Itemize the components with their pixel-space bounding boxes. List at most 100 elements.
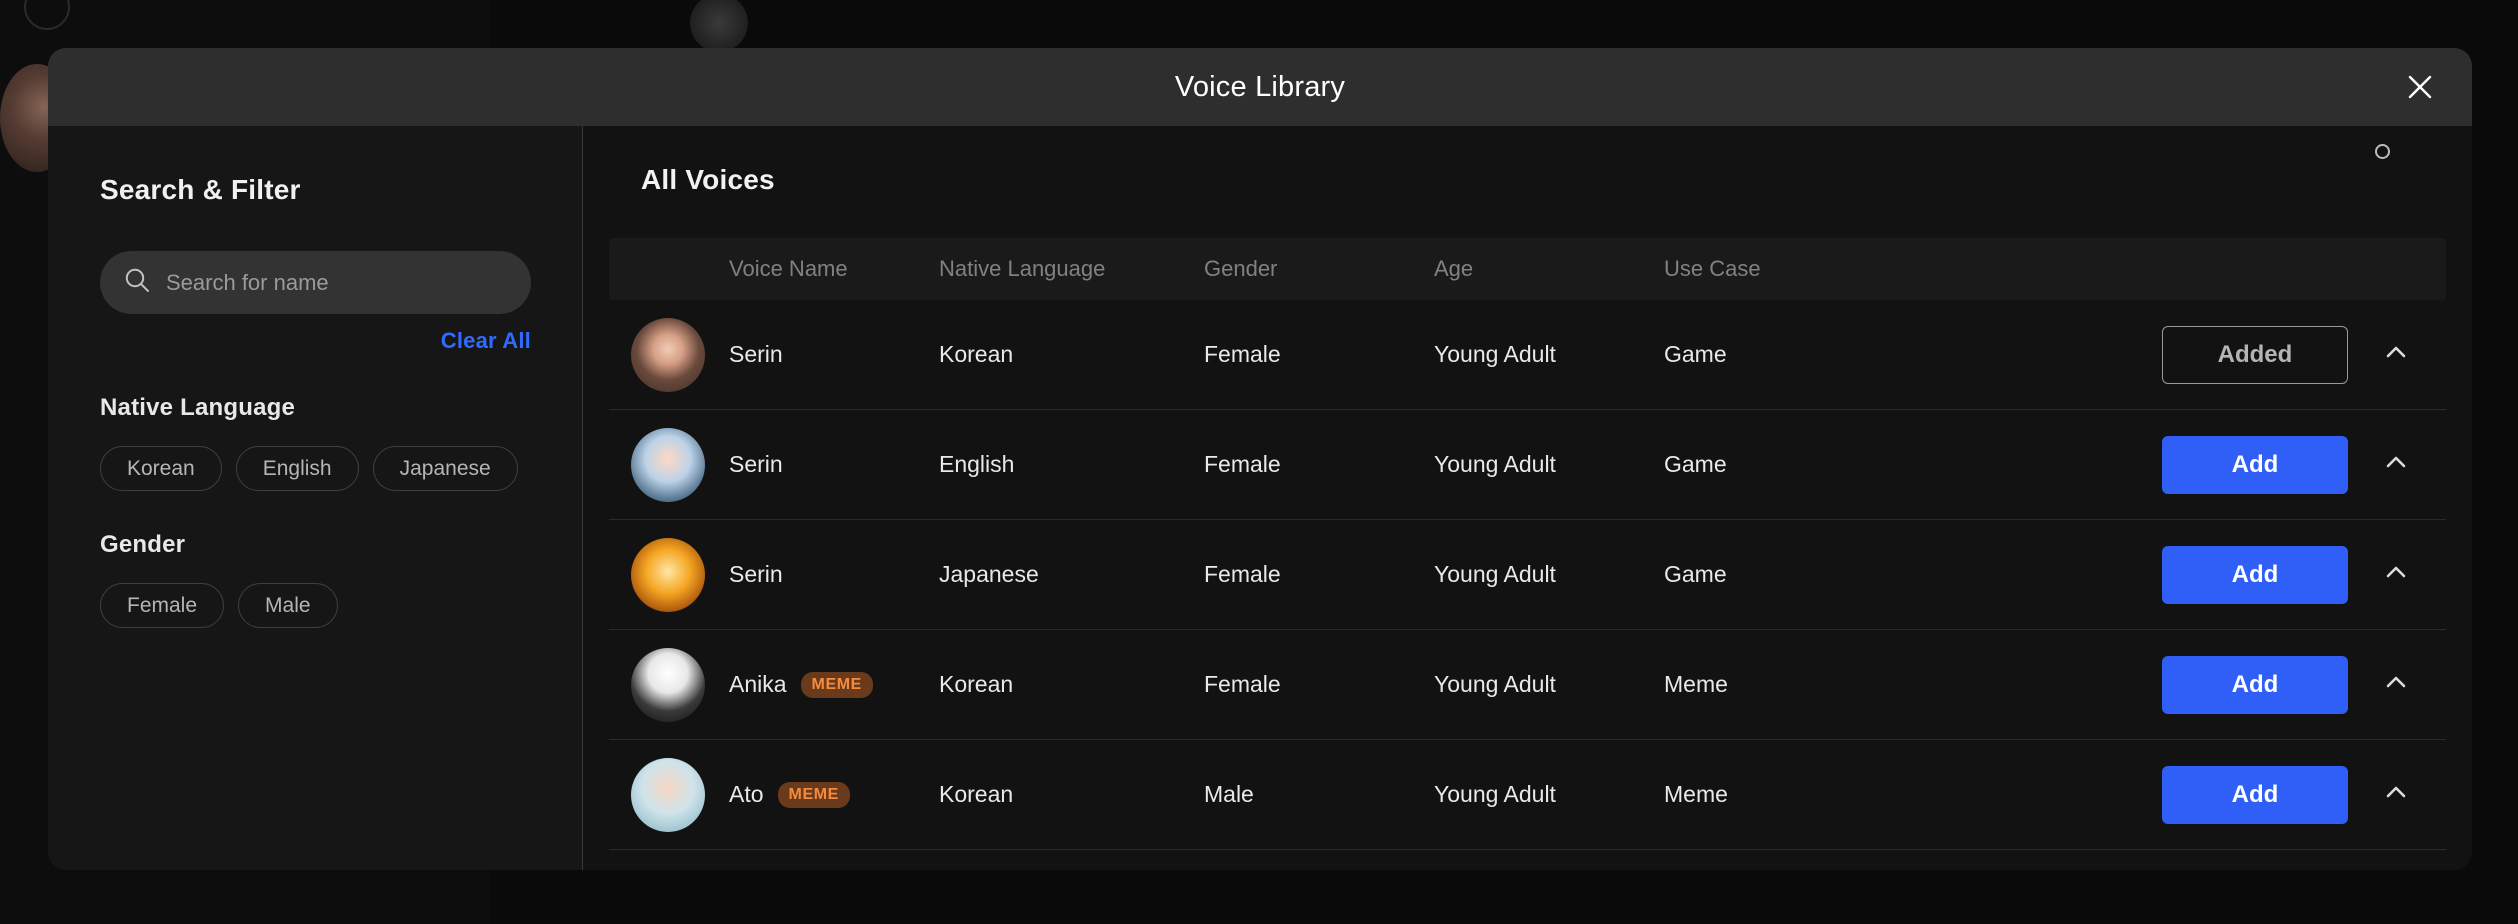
filter-group-title: Native Language — [100, 394, 296, 421]
action-cell: Add — [1929, 435, 2446, 494]
voice-name-cell: Ato MEME — [729, 781, 939, 808]
sidebar-title: Search & Filter — [100, 174, 301, 205]
voice-name: Ato — [729, 781, 764, 807]
expand-row-button[interactable] — [2376, 555, 2416, 595]
chip-row-gender: Female Male — [100, 583, 531, 628]
voice-name-cell: Serin — [729, 451, 939, 478]
search-input[interactable] — [166, 269, 509, 296]
modal-header: Voice Library — [48, 48, 2472, 126]
section-title: All Voices — [641, 164, 775, 195]
avatar-cell — [609, 757, 729, 832]
native-language-cell: Japanese — [939, 561, 1039, 587]
avatar-cell — [609, 647, 729, 722]
column-header-age: Age — [1434, 256, 1474, 281]
avatar — [631, 647, 705, 722]
filter-group-title: Gender — [100, 531, 186, 558]
avatar — [631, 317, 705, 392]
add-button[interactable]: Add — [2162, 655, 2348, 714]
close-button[interactable] — [2398, 65, 2442, 109]
native-language-cell: Korean — [939, 341, 1014, 367]
chevron-up-icon — [2381, 448, 2411, 481]
avatar — [631, 757, 705, 832]
use-case-cell: Game — [1664, 451, 1727, 477]
use-case-cell: Game — [1664, 341, 1727, 367]
table-header-row: Voice Name Native Language Gender Age Us… — [609, 238, 2446, 300]
native-language-cell: Korean — [939, 781, 1014, 807]
table-row[interactable]: Serin Korean Female Young Adult Game Add… — [609, 300, 2446, 410]
action-cell: Add — [1929, 765, 2446, 824]
search-icon — [122, 265, 152, 300]
added-button[interactable]: Added — [2162, 325, 2348, 384]
gender-cell: Female — [1204, 671, 1281, 697]
column-header-voice-name: Voice Name — [729, 256, 848, 281]
chevron-up-icon — [2381, 778, 2411, 811]
native-language-cell: English — [939, 451, 1015, 477]
filter-group-native-language: Native Language Korean English Japanese — [100, 394, 531, 491]
voice-name: Anika — [729, 671, 787, 697]
table-row[interactable]: Serin English Female Young Adult Game Ad… — [609, 410, 2446, 520]
expand-row-button[interactable] — [2376, 445, 2416, 485]
search-field-container[interactable] — [100, 251, 531, 314]
voice-name-cell: Anika MEME — [729, 671, 939, 698]
chevron-up-icon — [2381, 668, 2411, 701]
filter-group-gender: Gender Female Male — [100, 531, 531, 628]
action-cell: Add — [1929, 545, 2446, 604]
gender-cell: Female — [1204, 451, 1281, 477]
close-icon — [2405, 72, 2435, 102]
action-cell: Add — [1929, 655, 2446, 714]
age-cell: Young Adult — [1434, 671, 1556, 697]
page-title: Voice Library — [1174, 70, 1346, 103]
age-cell: Young Adult — [1434, 781, 1556, 807]
gender-cell: Male — [1204, 781, 1254, 807]
add-button[interactable]: Add — [2162, 765, 2348, 824]
age-cell: Young Adult — [1434, 341, 1556, 367]
use-case-cell: Game — [1664, 561, 1727, 587]
table-row[interactable]: Ato MEME Korean Male Young Adult Meme Ad… — [609, 740, 2446, 850]
action-cell: Added — [1929, 325, 2446, 384]
avatar — [631, 537, 705, 612]
voice-name: Serin — [729, 341, 783, 367]
add-button[interactable]: Add — [2162, 545, 2348, 604]
table-row[interactable]: Serin Japanese Female Young Adult Game A… — [609, 520, 2446, 630]
use-case-cell: Meme — [1664, 781, 1728, 807]
voice-name: Serin — [729, 451, 783, 477]
voice-library-modal: Voice Library Search & Filter Search for… — [48, 48, 2472, 870]
voice-name-cell: Serin — [729, 561, 939, 588]
column-header-native-language: Native Language — [939, 256, 1106, 281]
avatar — [631, 427, 705, 502]
voice-table: Voice Name Native Language Gender Age Us… — [583, 238, 2472, 850]
add-button[interactable]: Add — [2162, 435, 2348, 494]
filter-chip-korean[interactable]: Korean — [100, 446, 222, 491]
voice-name-cell: Serin — [729, 341, 939, 368]
chevron-up-icon — [2381, 338, 2411, 371]
expand-row-button[interactable] — [2376, 665, 2416, 705]
avatar-cell — [609, 537, 729, 612]
voice-name: Serin — [729, 561, 783, 587]
chip-row-native-language: Korean English Japanese — [100, 446, 531, 491]
chevron-up-icon — [2381, 558, 2411, 591]
filter-chip-japanese[interactable]: Japanese — [372, 446, 518, 491]
gender-cell: Female — [1204, 561, 1281, 587]
clear-all-button[interactable]: Clear All — [441, 328, 531, 354]
age-cell: Young Adult — [1434, 561, 1556, 587]
search-and-filter-sidebar: Search & Filter Clear All Native Languag… — [48, 126, 583, 870]
status-badge: MEME — [777, 781, 850, 808]
expand-row-button[interactable] — [2376, 335, 2416, 375]
avatar-cell — [609, 427, 729, 502]
cursor-indicator — [2375, 144, 2390, 159]
column-header-use-case: Use Case — [1664, 256, 1761, 281]
use-case-cell: Meme — [1664, 671, 1728, 697]
expand-row-button[interactable] — [2376, 775, 2416, 815]
age-cell: Young Adult — [1434, 451, 1556, 477]
avatar-cell — [609, 317, 729, 392]
all-voices-panel: All Voices Voice Name Native Language Ge… — [583, 126, 2472, 870]
gender-cell: Female — [1204, 341, 1281, 367]
clear-all-row: Clear All — [100, 328, 531, 354]
filter-chip-male[interactable]: Male — [238, 583, 338, 628]
column-header-gender: Gender — [1204, 256, 1278, 281]
native-language-cell: Korean — [939, 671, 1014, 697]
table-row[interactable]: Anika MEME Korean Female Young Adult Mem… — [609, 630, 2446, 740]
status-badge: MEME — [800, 671, 873, 698]
filter-chip-female[interactable]: Female — [100, 583, 225, 628]
filter-chip-english[interactable]: English — [235, 446, 359, 491]
